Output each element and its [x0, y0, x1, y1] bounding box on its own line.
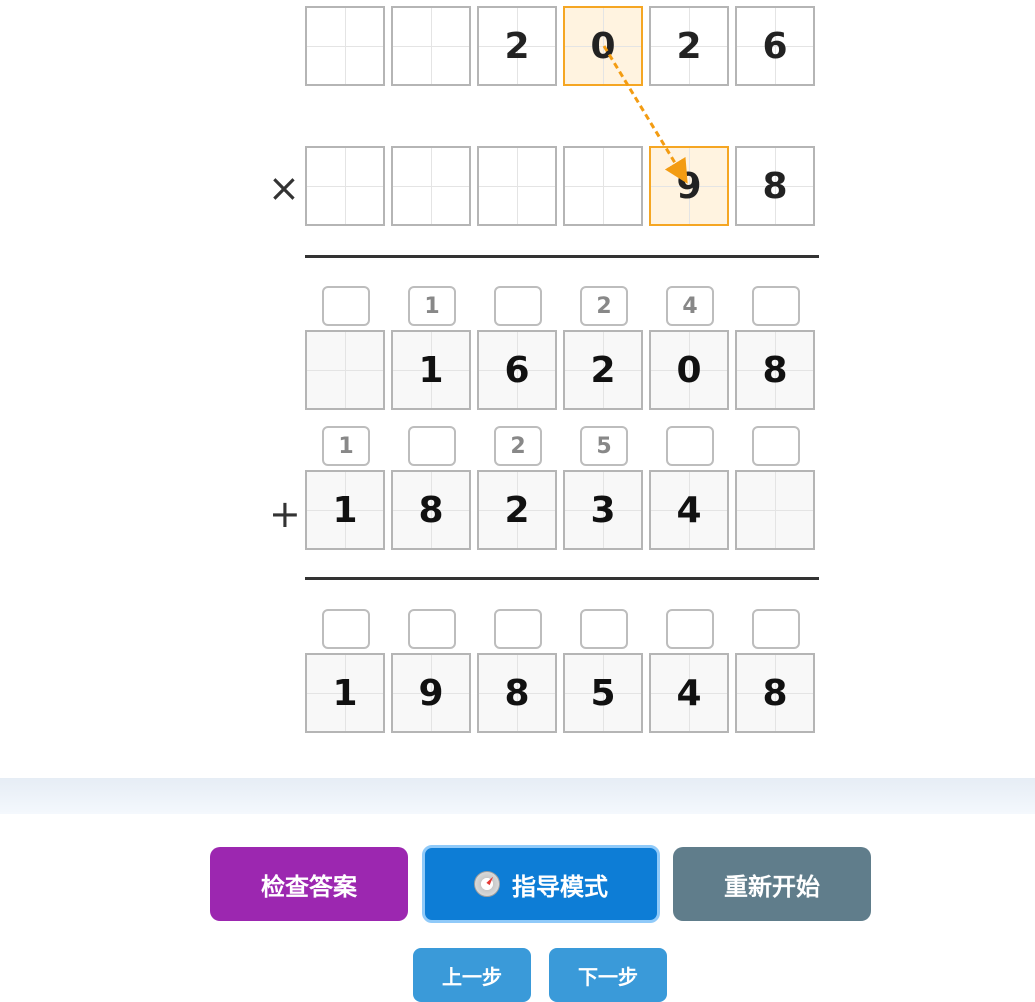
digit: 6 [762, 25, 788, 67]
digit: 2 [504, 489, 530, 531]
answer-cell[interactable] [735, 470, 815, 550]
section-divider-band [0, 778, 1035, 814]
partial-product-row-1: 1 6 2 0 8 [305, 330, 817, 412]
compass-icon [474, 871, 500, 897]
previous-step-label: 上一步 [442, 964, 502, 989]
multiplier-cell[interactable] [563, 146, 643, 226]
answer-cell[interactable]: 2 [563, 330, 643, 410]
previous-step-button[interactable]: 上一步 [413, 948, 531, 1002]
multiplicand-row: 2 0 2 6 [305, 6, 817, 88]
divider-line [305, 255, 819, 258]
digit: 8 [504, 672, 530, 714]
digit: 3 [590, 489, 616, 531]
next-step-button[interactable]: 下一步 [549, 948, 667, 1002]
next-step-label: 下一步 [578, 964, 638, 989]
digit: 6 [504, 349, 530, 391]
divider-line [305, 577, 819, 580]
carry-box[interactable] [666, 609, 714, 649]
digit: 9 [676, 165, 702, 207]
answer-cell[interactable]: 6 [477, 330, 557, 410]
carry-box[interactable]: 1 [408, 286, 456, 326]
multiplicand-cell-highlighted[interactable]: 0 [563, 6, 643, 86]
digit: 1 [418, 349, 444, 391]
multiplier-cell-highlighted[interactable]: 9 [649, 146, 729, 226]
plus-sign: + [269, 492, 301, 536]
carry-box[interactable] [494, 286, 542, 326]
answer-cell[interactable]: 8 [735, 330, 815, 410]
digit: 2 [676, 25, 702, 67]
carry-box[interactable] [408, 609, 456, 649]
check-answer-button[interactable]: 检查答案 [210, 847, 408, 921]
sum-cell[interactable]: 9 [391, 653, 471, 733]
sum-cell[interactable]: 1 [305, 653, 385, 733]
multiplicand-cell[interactable] [305, 6, 385, 86]
restart-label: 重新开始 [724, 872, 820, 901]
answer-cell[interactable]: 2 [477, 470, 557, 550]
carry-box[interactable]: 4 [666, 286, 714, 326]
digit: 0 [590, 25, 616, 67]
digit: 1 [332, 489, 358, 531]
carry-box[interactable] [322, 609, 370, 649]
times-sign: × [268, 166, 300, 210]
digit: 2 [504, 25, 530, 67]
sum-cell[interactable]: 8 [735, 653, 815, 733]
restart-button[interactable]: 重新开始 [673, 847, 871, 921]
digit: 8 [762, 349, 788, 391]
digit: 8 [762, 672, 788, 714]
digit: 1 [332, 672, 358, 714]
check-answer-label: 检查答案 [261, 872, 357, 901]
carry-box[interactable] [666, 426, 714, 466]
carry-box[interactable] [494, 609, 542, 649]
answer-cell[interactable] [305, 330, 385, 410]
answer-cell[interactable]: 4 [649, 470, 729, 550]
multiplier-cell[interactable] [477, 146, 557, 226]
carry-box[interactable] [752, 426, 800, 466]
digit: 9 [418, 672, 444, 714]
carry-box[interactable]: 2 [580, 286, 628, 326]
carry-row: 1 2 4 [305, 286, 817, 326]
carry-row: 1 2 5 [305, 426, 817, 466]
digit: 0 [676, 349, 702, 391]
carry-row [305, 609, 817, 649]
digit: 8 [762, 165, 788, 207]
carry-box[interactable] [752, 286, 800, 326]
answer-cell[interactable]: 8 [391, 470, 471, 550]
digit: 2 [590, 349, 616, 391]
multiplier-cell[interactable] [305, 146, 385, 226]
multiplier-cell[interactable]: 8 [735, 146, 815, 226]
sum-row: 1 9 8 5 4 8 [305, 653, 817, 735]
answer-cell[interactable]: 3 [563, 470, 643, 550]
sum-cell[interactable]: 4 [649, 653, 729, 733]
digit: 8 [418, 489, 444, 531]
answer-cell[interactable]: 1 [391, 330, 471, 410]
answer-cell[interactable]: 1 [305, 470, 385, 550]
carry-box[interactable]: 5 [580, 426, 628, 466]
carry-box[interactable] [322, 286, 370, 326]
multiplicand-cell[interactable] [391, 6, 471, 86]
carry-box[interactable]: 1 [322, 426, 370, 466]
carry-box[interactable]: 2 [494, 426, 542, 466]
digit: 4 [676, 672, 702, 714]
guide-mode-button[interactable]: 指导模式 [422, 845, 660, 923]
carry-box[interactable] [580, 609, 628, 649]
sum-cell[interactable]: 8 [477, 653, 557, 733]
partial-product-row-2: 1 8 2 3 4 [305, 470, 817, 552]
multiplicand-cell[interactable]: 6 [735, 6, 815, 86]
answer-cell[interactable]: 0 [649, 330, 729, 410]
multiplicand-cell[interactable]: 2 [477, 6, 557, 86]
multiplicand-cell[interactable]: 2 [649, 6, 729, 86]
carry-box[interactable] [752, 609, 800, 649]
digit: 5 [590, 672, 616, 714]
digit: 4 [676, 489, 702, 531]
multiplier-row: 9 8 [305, 146, 817, 228]
multiplier-cell[interactable] [391, 146, 471, 226]
carry-box[interactable] [408, 426, 456, 466]
guide-mode-label: 指导模式 [512, 872, 608, 901]
sum-cell-active[interactable]: 5 [563, 653, 643, 733]
